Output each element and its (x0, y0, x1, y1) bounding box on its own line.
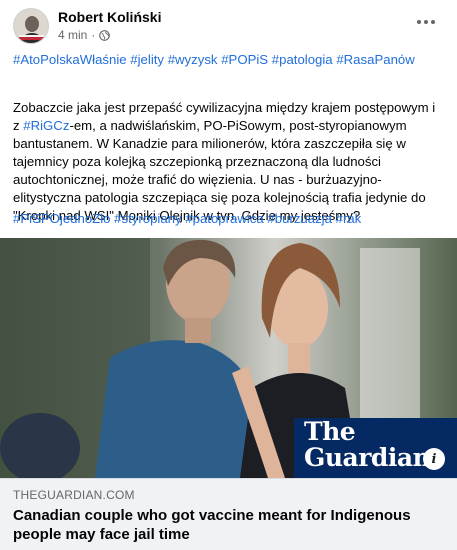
hashtag-link[interactable]: #styropiany (114, 211, 181, 226)
hashtag-link[interactable]: #burżuazja (267, 211, 332, 226)
info-icon[interactable]: i (423, 448, 445, 470)
post-body-text: -em, a nadwiślańskim, PO-PiSowym, post-s… (13, 118, 426, 223)
link-preview-caption[interactable]: THEGUARDIAN.COM Canadian couple who got … (0, 478, 457, 550)
guardian-logo-line: The (304, 417, 356, 446)
more-dot-icon (424, 20, 428, 24)
guardian-logo-line: Guardian (304, 443, 431, 472)
hashtag-link[interactable]: #AtoPolskaWłaśnie (13, 52, 127, 67)
more-dot-icon (431, 20, 435, 24)
hashtag-link[interactable]: #jelity (130, 52, 164, 67)
meta-separator: · (91, 28, 96, 42)
author-name[interactable]: Robert Koliński (58, 9, 161, 25)
hashtag-link[interactable]: #patologia (272, 52, 333, 67)
hashtags-bottom: #PiSPOjednoZło #styropiany #patoprawica … (13, 210, 445, 228)
more-options-button[interactable] (414, 12, 438, 32)
post-time[interactable]: 4 min (58, 28, 87, 42)
link-preview-image[interactable]: The Guardian i (0, 238, 457, 478)
link-headline[interactable]: Canadian couple who got vaccine meant fo… (13, 506, 443, 544)
post-header: Robert Koliński 4 min · (13, 8, 444, 44)
post-body: Zobaczcie jaka jest przepaść cywilizacyj… (13, 99, 445, 225)
avatar[interactable] (13, 8, 49, 44)
hashtag-link[interactable]: #rak (336, 211, 362, 226)
hashtag-link[interactable]: #RiGCz (23, 118, 69, 133)
facebook-post: Robert Koliński 4 min · #AtoPolskaWłaśni… (0, 0, 457, 550)
link-domain: THEGUARDIAN.COM (13, 488, 135, 502)
hashtag-link[interactable]: #wyzysk (168, 52, 218, 67)
globe-icon[interactable] (99, 29, 111, 41)
hashtag-link[interactable]: #RasaPanów (336, 52, 414, 67)
hashtag-link[interactable]: #POPiS (221, 52, 268, 67)
more-dot-icon (417, 20, 421, 24)
post-meta: 4 min · (58, 28, 111, 42)
hashtag-link[interactable]: #patoprawica (185, 211, 263, 226)
hashtags-top: #AtoPolskaWłaśnie #jelity #wyzysk #POPiS… (13, 51, 445, 69)
hashtag-link[interactable]: #PiSPOjednoZło (13, 211, 111, 226)
